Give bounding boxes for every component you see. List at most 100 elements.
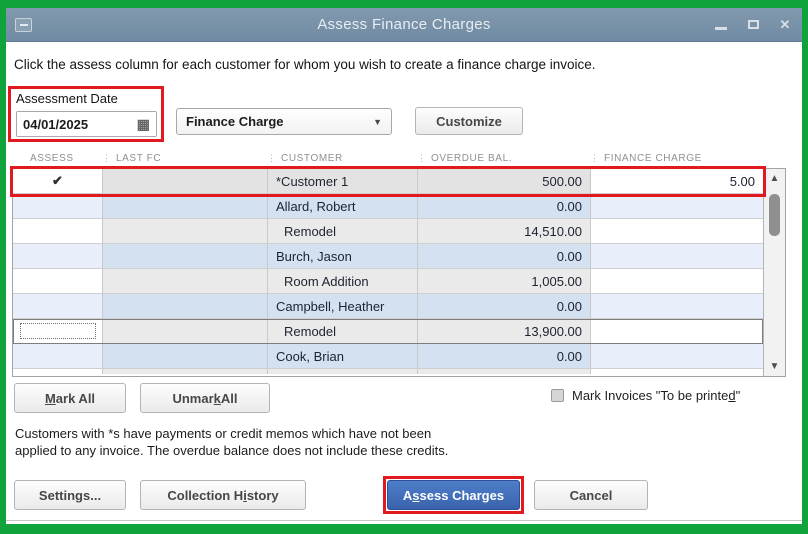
assess-cell[interactable]: ✔ — [13, 169, 103, 193]
settings-button[interactable]: Settin g s... — [14, 480, 126, 510]
assess-cell[interactable] — [13, 244, 103, 268]
last-fc-cell — [103, 294, 268, 318]
table-row-campbell-heather[interactable]: Campbell, Heather 0.00 — [13, 294, 763, 319]
minimize-button[interactable] — [713, 17, 729, 33]
assess-charges-button[interactable]: As sess Charges — [387, 480, 520, 510]
table-row-cook-brian[interactable]: Cook, Brian 0.00 — [13, 344, 763, 369]
table-row-partial — [13, 369, 763, 374]
assess-cell-focused[interactable] — [13, 319, 103, 343]
assess-cell[interactable] — [13, 194, 103, 218]
customer-cell: Remodel — [268, 319, 418, 343]
assess-cell[interactable] — [13, 219, 103, 243]
label-part: sess Charges — [419, 487, 505, 503]
assessment-date-label: Assessment Date — [16, 91, 118, 106]
last-fc-cell — [103, 169, 268, 193]
label-part: Settin — [38, 487, 76, 503]
label-part: story — [246, 487, 279, 503]
close-button[interactable]: ✕ — [777, 17, 793, 33]
window-bottom-edge — [6, 520, 802, 521]
focus-marquee — [19, 323, 96, 339]
overdue-bal-cell: 0.00 — [418, 194, 591, 218]
column-header-customer: ⋮ CUSTOMER — [267, 152, 343, 164]
overdue-bal-cell: 0.00 — [418, 294, 591, 318]
close-icon: ✕ — [779, 16, 791, 32]
table-row-allard-remodel[interactable]: Remodel 14,510.00 — [13, 219, 763, 244]
finance-charge-cell[interactable] — [591, 319, 763, 343]
label-mnemonic: k — [213, 390, 221, 406]
assess-cell[interactable] — [13, 344, 103, 368]
label-part: Mark Invoices "To be printe — [572, 388, 729, 403]
finance-charge-cell[interactable]: 5.00 — [591, 169, 763, 193]
credits-note-line1: Customers with *s have payments or credi… — [15, 426, 432, 441]
finance-charge-item-dropdown[interactable]: Finance Charge ▼ — [176, 108, 392, 135]
customer-cell: Cook, Brian — [268, 344, 418, 368]
customer-cell: Remodel — [268, 219, 418, 243]
label-part: All — [220, 390, 238, 406]
scrollbar-thumb[interactable] — [769, 194, 780, 236]
credits-note: Customers with *s have payments or credi… — [15, 425, 448, 459]
scroll-down-icon[interactable]: ▼ — [764, 357, 785, 376]
overdue-bal-cell: 0.00 — [418, 344, 591, 368]
scroll-up-icon[interactable]: ▲ — [764, 169, 785, 188]
label-mnemonic: g — [75, 487, 83, 503]
vertical-scrollbar[interactable]: ▲ ▼ — [763, 169, 785, 376]
last-fc-cell — [103, 319, 268, 343]
window-title: Assess Finance Charges — [317, 16, 491, 33]
finance-charge-cell[interactable] — [591, 194, 763, 218]
customer-cell: *Customer 1 — [268, 169, 418, 193]
mark-invoices-checkbox-group: Mark Invoices "To be printed" — [551, 388, 740, 403]
window-controls: ✕ — [713, 17, 793, 33]
assess-cell[interactable] — [13, 269, 103, 293]
assess-charges-highlight-box: As sess Charges — [383, 476, 524, 514]
table-row-room-addition[interactable]: Room Addition 1,005.00 — [13, 269, 763, 294]
calendar-icon[interactable]: ▦ — [137, 117, 150, 131]
customer-table: ✔ *Customer 1 500.00 5.00 Allard, Robert… — [10, 166, 786, 377]
finance-charge-cell[interactable] — [591, 269, 763, 293]
column-header-last-fc: ⋮ LAST FC — [102, 152, 162, 164]
table-row-burch-jason[interactable]: Burch, Jason 0.00 — [13, 244, 763, 269]
assessment-date-value: 04/01/2025 — [23, 116, 89, 132]
mark-all-button[interactable]: Mark All — [14, 383, 126, 413]
column-header-assess: ASSESS — [30, 152, 74, 164]
overdue-bal-cell: 0.00 — [418, 244, 591, 268]
finance-charge-cell[interactable] — [591, 344, 763, 368]
assess-cell — [13, 369, 103, 374]
table-row-allard-robert[interactable]: Allard, Robert 0.00 — [13, 194, 763, 219]
finance-charge-cell[interactable] — [591, 294, 763, 318]
label-part: Collection H — [167, 487, 244, 503]
cancel-button[interactable]: Cancel — [534, 480, 648, 510]
label-mnemonic: M — [44, 390, 56, 406]
customize-button[interactable]: Customize — [415, 107, 523, 135]
label-mnemonic: s — [412, 487, 420, 503]
label-part: " — [735, 388, 741, 403]
column-header-finance-charge: ⋮ FINANCE CHARGE — [590, 152, 702, 164]
table-rows: ✔ *Customer 1 500.00 5.00 Allard, Robert… — [10, 166, 766, 376]
finance-charge-cell[interactable] — [591, 219, 763, 243]
last-fc-cell — [103, 269, 268, 293]
assessment-date-field[interactable]: 04/01/2025 ▦ — [16, 111, 157, 137]
to-be-printed-label[interactable]: Mark Invoices "To be printed" — [572, 388, 740, 403]
table-header: ASSESS ⋮ LAST FC ⋮ CUSTOMER ⋮ OVERDUE BAL. … — [12, 148, 762, 168]
table-row-customer-1-highlighted[interactable]: ✔ *Customer 1 500.00 5.00 — [10, 166, 766, 197]
finance-charge-cell — [591, 369, 763, 374]
label-part: Unmar — [172, 390, 214, 406]
customer-cell: Burch, Jason — [268, 244, 418, 268]
finance-charge-item-value: Finance Charge — [186, 114, 284, 129]
finance-charge-cell[interactable] — [591, 244, 763, 268]
column-separator-icon: ⋮ — [590, 152, 599, 163]
table-row-campbell-remodel-focused[interactable]: Remodel 13,900.00 — [13, 319, 763, 344]
unmark-all-button[interactable]: Unmar k All — [140, 383, 270, 413]
collection-history-button[interactable]: Collection Hi story — [140, 480, 306, 510]
instruction-text: Click the assess column for each custome… — [14, 57, 596, 72]
column-header-overdue-bal: ⋮ OVERDUE BAL. — [417, 152, 513, 164]
maximize-button[interactable] — [745, 17, 761, 33]
assess-cell[interactable] — [13, 294, 103, 318]
label-part: s... — [83, 487, 102, 503]
credits-note-line2: applied to any invoice. The overdue bala… — [15, 443, 449, 458]
titlebar: Assess Finance Charges ✕ — [6, 8, 802, 42]
to-be-printed-checkbox[interactable] — [551, 389, 564, 402]
last-fc-cell — [103, 344, 268, 368]
customize-label: Customize — [436, 113, 502, 129]
last-fc-cell — [103, 194, 268, 218]
last-fc-cell — [103, 369, 268, 374]
